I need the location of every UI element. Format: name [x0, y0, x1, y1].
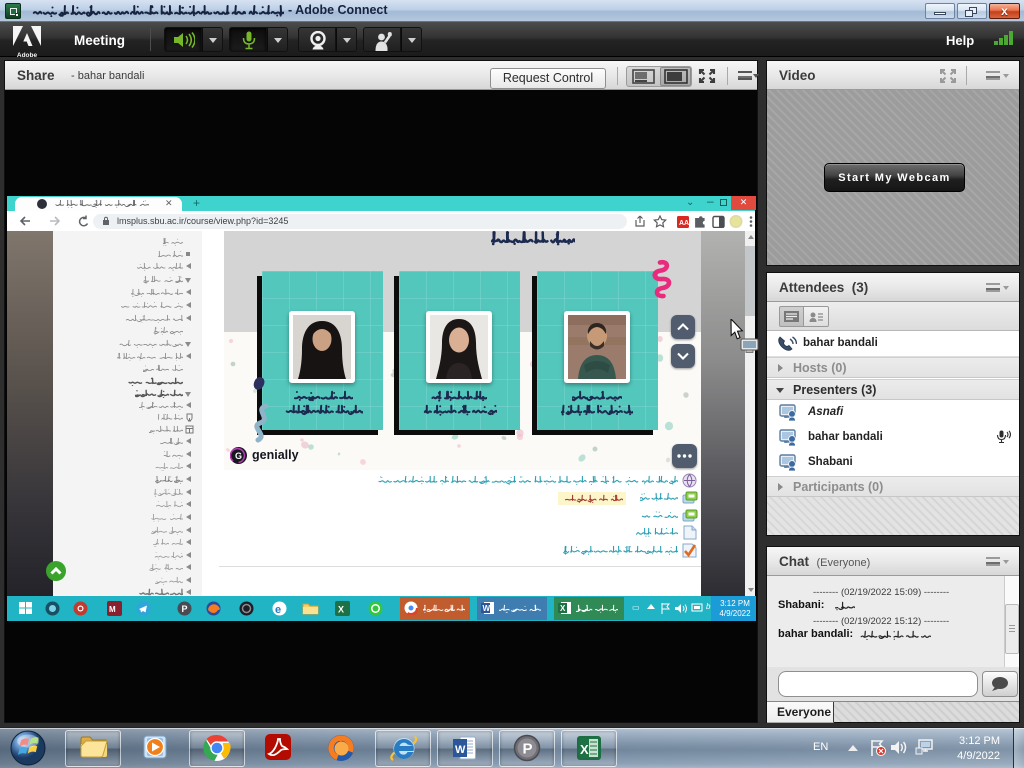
- svg-text:M: M: [109, 605, 116, 614]
- svg-text:e: e: [275, 604, 281, 616]
- svg-text:X: X: [560, 604, 566, 613]
- svg-text:W: W: [483, 604, 491, 613]
- svg-text:P: P: [523, 741, 533, 758]
- svg-text:AA: AA: [679, 220, 689, 227]
- svg-text:X: X: [338, 605, 344, 615]
- svg-text:X: X: [580, 742, 589, 757]
- svg-text:P: P: [182, 604, 188, 614]
- svg-text:G: G: [235, 451, 242, 461]
- svg-text:W: W: [455, 744, 466, 756]
